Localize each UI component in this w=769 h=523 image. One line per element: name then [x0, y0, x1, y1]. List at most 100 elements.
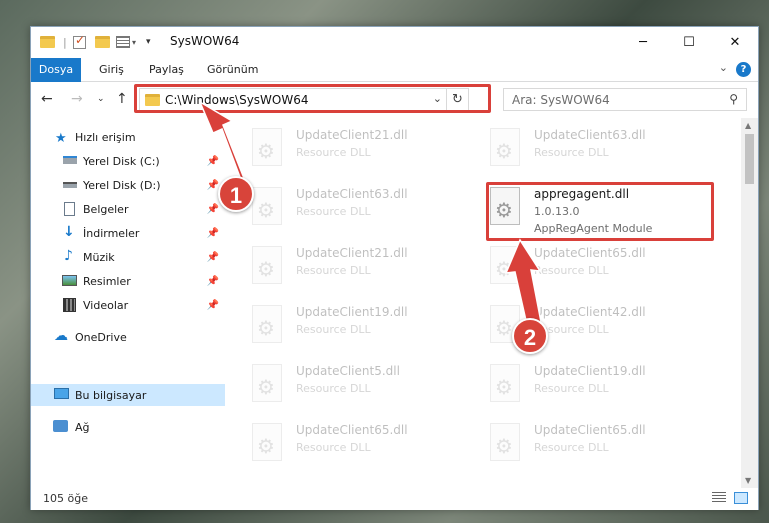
sidebar-item-label: OneDrive: [75, 330, 127, 344]
pin-icon[interactable]: 📌: [207, 276, 219, 287]
properties-icon[interactable]: ▾: [116, 34, 136, 50]
step-1-badge: 1: [218, 176, 254, 212]
file-tile[interactable]: UpdateClient65.dll Resource DLL: [490, 417, 720, 473]
pin-icon[interactable]: 📌: [207, 252, 219, 263]
file-name: UpdateClient19.dll: [296, 305, 408, 319]
sidebar-item-network[interactable]: Ağ: [31, 416, 225, 438]
file-tile[interactable]: UpdateClient19.dll Resource DLL: [252, 299, 482, 355]
file-tile[interactable]: UpdateClient21.dll Resource DLL: [252, 240, 482, 296]
sidebar-item-label: Bu bilgisayar: [75, 388, 147, 402]
sidebar-item-this-pc[interactable]: Bu bilgisayar: [31, 384, 225, 406]
separator: |: [63, 35, 67, 49]
recent-locations-chevron-icon[interactable]: ⌄: [97, 94, 105, 104]
document-icon: [64, 202, 75, 216]
download-icon: ↓: [63, 224, 75, 240]
search-box[interactable]: Ara: SysWOW64 ⚲: [503, 88, 747, 111]
dll-file-icon: [252, 423, 282, 461]
sidebar-item-label: Yerel Disk (C:): [83, 154, 160, 168]
large-icons-view-icon[interactable]: [734, 492, 748, 504]
tab-share[interactable]: Paylaş: [139, 58, 194, 82]
details-view-icon[interactable]: [712, 492, 726, 504]
sidebar-item-pictures[interactable]: Resimler 📌: [31, 270, 225, 292]
file-description: Resource DLL: [296, 205, 371, 218]
sidebar-item-label: Resimler: [83, 274, 131, 288]
file-tile[interactable]: UpdateClient63.dll Resource DLL: [252, 181, 482, 237]
window-title: SysWOW64: [170, 34, 240, 48]
minimize-button[interactable]: ─: [620, 27, 666, 58]
sidebar-item-label: Hızlı erişim: [75, 130, 136, 144]
pin-icon[interactable]: 📌: [207, 300, 219, 311]
star-icon: ★: [55, 130, 67, 146]
vertical-scrollbar[interactable]: ▲ ▼: [741, 118, 758, 488]
sidebar-item-onedrive[interactable]: ☁ OneDrive: [31, 326, 225, 348]
file-name: UpdateClient19.dll: [534, 364, 646, 378]
sidebar-item-documents[interactable]: Belgeler 📌: [31, 198, 225, 220]
quick-access-folder-icon[interactable]: [40, 34, 55, 50]
pin-icon[interactable]: 📌: [207, 156, 219, 167]
pin-icon[interactable]: 📌: [207, 180, 219, 191]
sidebar-item-disk-d[interactable]: Yerel Disk (D:) 📌: [31, 174, 225, 196]
properties-check-icon[interactable]: [73, 33, 86, 50]
close-button[interactable]: ✕: [712, 27, 758, 58]
file-description: Resource DLL: [534, 382, 609, 395]
item-count: 105 öğe: [43, 492, 88, 505]
scrollbar-thumb[interactable]: [745, 134, 754, 184]
file-name: UpdateClient21.dll: [296, 246, 408, 260]
pictures-icon: [62, 275, 77, 286]
file-tile[interactable]: UpdateClient65.dll Resource DLL: [490, 240, 720, 296]
new-folder-icon[interactable]: [95, 34, 110, 50]
file-list: UpdateClient21.dll Resource DLL UpdateCl…: [226, 118, 743, 488]
dll-file-icon: [252, 128, 282, 166]
drive-icon: [63, 156, 77, 164]
network-icon: [53, 420, 68, 432]
sidebar-item-videos[interactable]: Videolar 📌: [31, 294, 225, 316]
dll-file-icon: [490, 246, 520, 284]
computer-icon: [54, 388, 69, 399]
file-description: Resource DLL: [534, 146, 609, 159]
forward-arrow-icon[interactable]: →: [71, 91, 83, 107]
help-icon[interactable]: ?: [736, 62, 751, 77]
file-description: Resource DLL: [296, 264, 371, 277]
pin-icon[interactable]: 📌: [207, 204, 219, 215]
pin-icon[interactable]: 📌: [207, 228, 219, 239]
file-tile[interactable]: UpdateClient63.dll Resource DLL: [490, 122, 720, 178]
file-name: UpdateClient63.dll: [534, 128, 646, 142]
chevron-down-icon[interactable]: ⌄: [719, 61, 728, 74]
file-description: Resource DLL: [296, 441, 371, 454]
file-name: UpdateClient5.dll: [296, 364, 400, 378]
step-2-badge: 2: [512, 318, 548, 354]
file-tile[interactable]: UpdateClient21.dll Resource DLL: [252, 122, 482, 178]
tab-home[interactable]: Giriş: [89, 58, 134, 82]
cloud-icon: ☁: [54, 328, 68, 344]
file-description: Resource DLL: [296, 382, 371, 395]
sidebar-item-music[interactable]: ♪ Müzik 📌: [31, 246, 225, 268]
title-bar: | ▾ ▾ SysWOW64 ─ ☐ ✕: [31, 27, 758, 58]
file-tile[interactable]: UpdateClient65.dll Resource DLL: [252, 417, 482, 473]
sidebar-item-label: Yerel Disk (D:): [83, 178, 161, 192]
search-icon[interactable]: ⚲: [729, 92, 738, 106]
navigation-pane: ★ Hızlı erişim Yerel Disk (C:) 📌 Yerel D…: [31, 118, 225, 488]
file-name: UpdateClient42.dll: [534, 305, 646, 319]
maximize-button[interactable]: ☐: [666, 27, 712, 58]
dll-file-icon: [252, 187, 282, 225]
back-arrow-icon[interactable]: ←: [41, 91, 53, 107]
file-name: UpdateClient65.dll: [534, 246, 646, 260]
file-tile[interactable]: UpdateClient5.dll Resource DLL: [252, 358, 482, 414]
sidebar-item-downloads[interactable]: ↓ İndirmeler 📌: [31, 222, 225, 244]
sidebar-item-disk-c[interactable]: Yerel Disk (C:) 📌: [31, 150, 225, 172]
address-bar-highlight: [134, 84, 491, 113]
up-arrow-icon[interactable]: ↑: [116, 91, 128, 107]
customize-toolbar-icon[interactable]: ▾: [146, 34, 151, 50]
search-input[interactable]: Ara: SysWOW64: [512, 93, 610, 107]
dll-file-icon: [490, 128, 520, 166]
tab-view[interactable]: Görünüm: [197, 58, 268, 82]
sidebar-item-label: Ağ: [75, 420, 90, 434]
file-tile[interactable]: UpdateClient19.dll Resource DLL: [490, 358, 720, 414]
sidebar-item-quick-access[interactable]: ★ Hızlı erişim: [31, 126, 225, 148]
scroll-down-icon[interactable]: ▼: [745, 476, 751, 485]
dll-file-icon: [252, 364, 282, 402]
ribbon-tabs: Dosya Giriş Paylaş Görünüm ⌄ ?: [31, 58, 758, 82]
tab-file[interactable]: Dosya: [31, 58, 81, 82]
scroll-up-icon[interactable]: ▲: [745, 121, 751, 130]
file-name: UpdateClient65.dll: [534, 423, 646, 437]
